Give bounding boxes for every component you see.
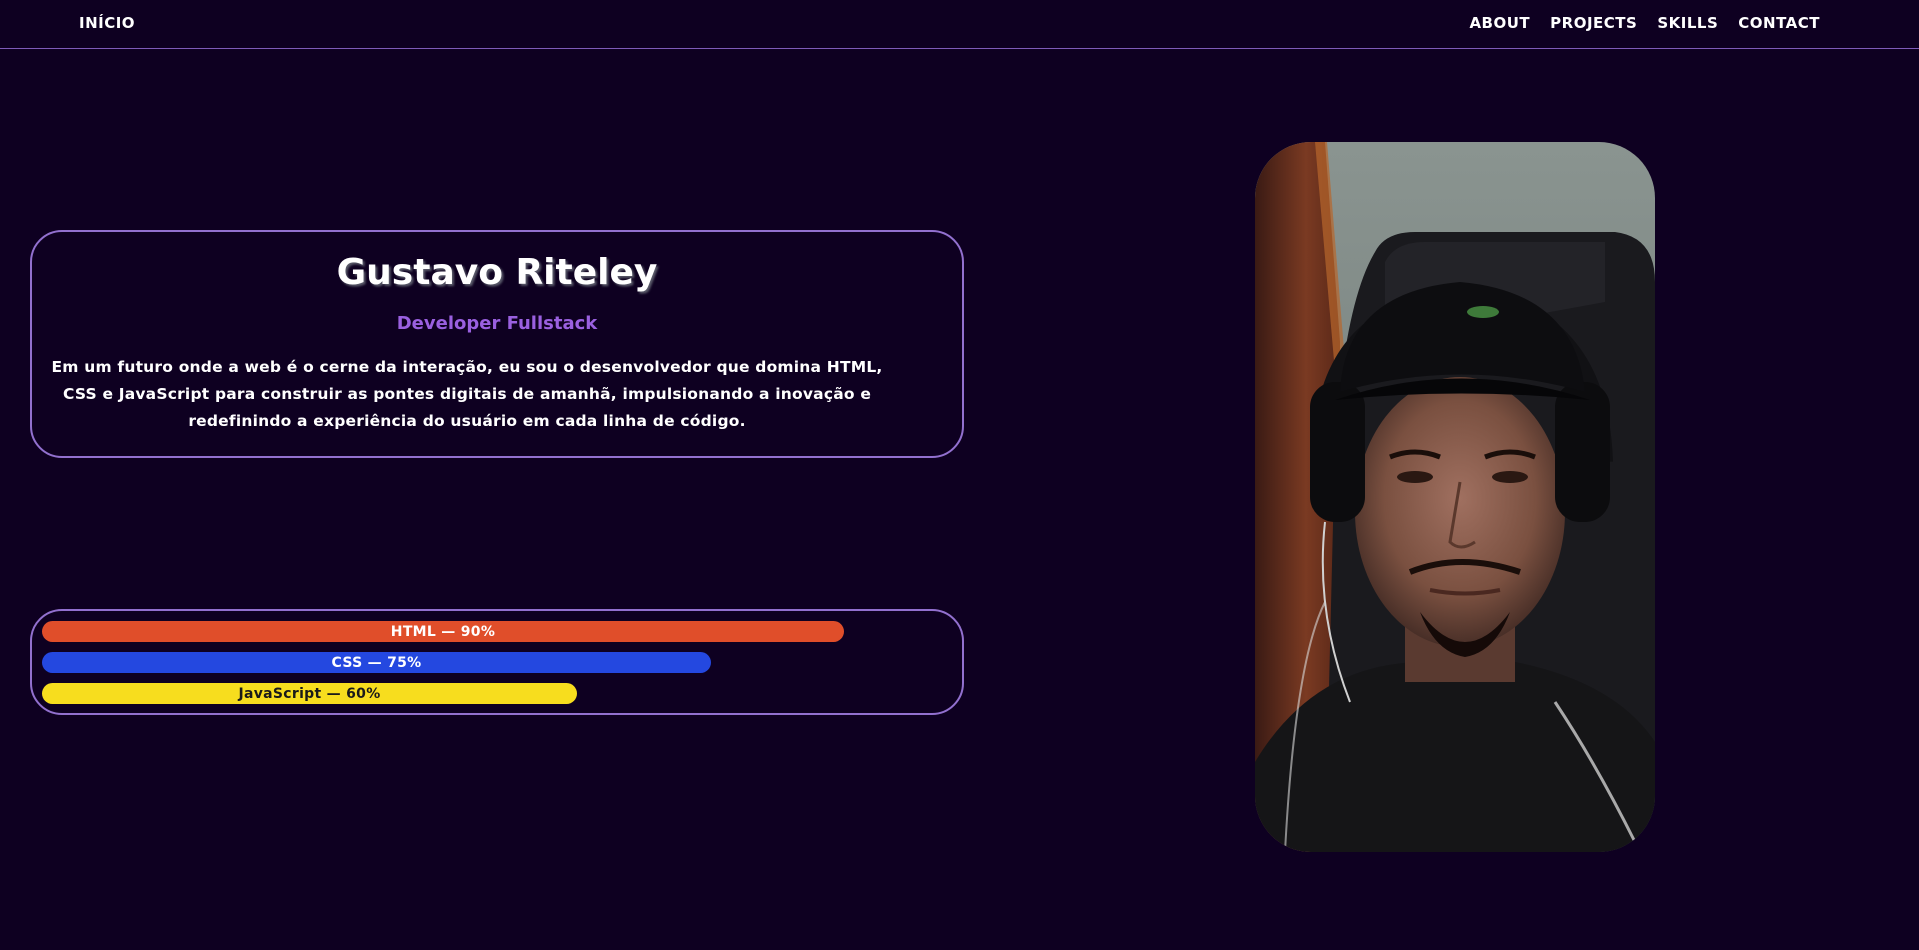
nav-link-skills[interactable]: SKILLS bbox=[1657, 14, 1718, 32]
skill-label-css: CSS — 75% bbox=[331, 654, 422, 671]
navbar: INÍCIO ABOUT PROJECTS SKILLS CONTACT bbox=[0, 0, 1919, 49]
nav-home-link[interactable]: INÍCIO bbox=[79, 14, 135, 32]
hero-bio-line-2: CSS e JavaScript para construir as ponte… bbox=[62, 385, 872, 403]
nav-link-contact[interactable]: CONTACT bbox=[1738, 14, 1820, 32]
nav-link-about[interactable]: ABOUT bbox=[1469, 14, 1530, 32]
hero-bio-line-3: redefinindo a experiência do usuário em … bbox=[188, 412, 746, 430]
hero-card: Gustavo Riteley Developer Fullstack Em u… bbox=[30, 230, 964, 458]
hero-name: Gustavo Riteley bbox=[336, 252, 658, 293]
skill-label-javascript: JavaScript — 60% bbox=[238, 685, 381, 702]
skill-bar-html: HTML — 90% bbox=[42, 621, 844, 642]
profile-photo bbox=[1255, 142, 1655, 852]
skill-bar-css: CSS — 75% bbox=[42, 652, 711, 673]
skill-bar-javascript: JavaScript — 60% bbox=[42, 683, 577, 704]
profile-photo-image bbox=[1255, 142, 1655, 852]
hero-bio: Em um futuro onde a web é o cerne da int… bbox=[37, 354, 897, 435]
nav-link-projects[interactable]: PROJECTS bbox=[1550, 14, 1637, 32]
nav-links: ABOUT PROJECTS SKILLS CONTACT bbox=[1469, 14, 1820, 32]
skills-card: HTML — 90% CSS — 75% JavaScript — 60% bbox=[30, 609, 964, 715]
skill-label-html: HTML — 90% bbox=[390, 623, 496, 640]
hero-bio-line-1: Em um futuro onde a web é o cerne da int… bbox=[51, 358, 883, 376]
hero-role: Developer Fullstack bbox=[396, 313, 598, 334]
